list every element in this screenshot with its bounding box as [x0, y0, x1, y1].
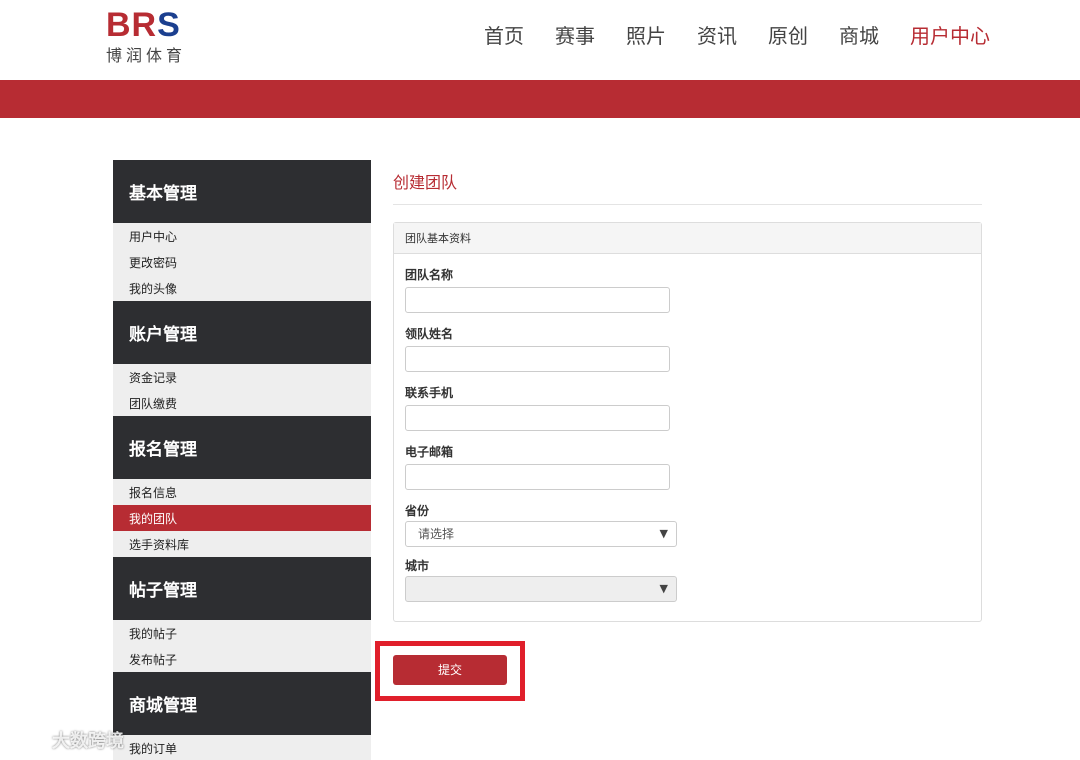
nav-news[interactable]: 资讯 [697, 22, 737, 50]
main-nav: 首页 赛事 照片 资讯 原创 商城 用户中心 [453, 22, 990, 50]
sidebar-menu: 基本管理 用户中心 更改密码 我的头像 账户管理 资金记录 团队缴费 报名管理 … [113, 160, 371, 760]
sidebar-group-mall: 商城管理 [113, 672, 371, 735]
email-label: 电子邮箱 [405, 445, 454, 459]
team-name-input[interactable] [405, 287, 670, 313]
province-selected-value: 请选择 [418, 527, 455, 541]
nav-original[interactable]: 原创 [768, 22, 808, 50]
leader-name-label: 领队姓名 [405, 327, 454, 341]
sidebar-item-fund-records[interactable]: 资金记录 [113, 364, 371, 390]
team-form: 团队名称 领队姓名 联系手机 电子邮箱 省份 请选择 ▼ 城市 ▼ [394, 266, 981, 602]
sidebar-group-registration: 报名管理 [113, 416, 371, 479]
sidebar-item-my-orders[interactable]: 我的订单 [113, 735, 371, 760]
leader-name-input[interactable] [405, 346, 670, 372]
logo-subtitle: 博润体育 [106, 46, 187, 65]
sidebar-item-publish-post[interactable]: 发布帖子 [113, 646, 371, 672]
header-banner-band [0, 80, 1080, 118]
site-header: BRS 博润体育 首页 赛事 照片 资讯 原创 商城 用户中心 [0, 0, 1080, 80]
sidebar-item-change-password[interactable]: 更改密码 [113, 249, 371, 275]
sidebar-item-player-database[interactable]: 选手资料库 [113, 531, 371, 557]
province-select[interactable]: 请选择 ▼ [405, 521, 677, 547]
watermark-logo-icon [8, 728, 48, 753]
sidebar-item-my-avatar[interactable]: 我的头像 [113, 275, 371, 301]
sidebar-group-basic: 基本管理 [113, 160, 371, 223]
sidebar-group-account: 账户管理 [113, 301, 371, 364]
phone-input[interactable] [405, 405, 670, 431]
sidebar-item-team-payment[interactable]: 团队缴费 [113, 390, 371, 416]
main-content: 创建团队 团队基本资料 团队名称 领队姓名 联系手机 电子邮箱 省份 请选择 ▼… [393, 160, 982, 622]
nav-user-center[interactable]: 用户中心 [910, 22, 990, 50]
city-label: 城市 [405, 559, 430, 573]
city-select[interactable]: ▼ [405, 576, 677, 602]
nav-events[interactable]: 赛事 [555, 22, 595, 50]
page-title: 创建团队 [393, 160, 982, 205]
dropdown-arrow-icon: ▼ [659, 527, 668, 540]
sidebar-item-registration-info[interactable]: 报名信息 [113, 479, 371, 505]
nav-mall[interactable]: 商城 [839, 22, 879, 50]
phone-label: 联系手机 [405, 386, 454, 400]
nav-photos[interactable]: 照片 [626, 22, 666, 50]
team-name-label: 团队名称 [405, 268, 454, 282]
sidebar-item-my-posts[interactable]: 我的帖子 [113, 620, 371, 646]
dropdown-arrow-icon: ▼ [659, 582, 668, 595]
sidebar-item-user-center[interactable]: 用户中心 [113, 223, 371, 249]
submit-button[interactable]: 提交 [393, 655, 507, 685]
watermark-text: 大数跨境 [52, 731, 124, 752]
sidebar-group-posts: 帖子管理 [113, 557, 371, 620]
sidebar-item-my-team[interactable]: 我的团队 [113, 505, 371, 531]
watermark: 大数跨境 [8, 727, 124, 753]
logo-mark: BRS [106, 6, 181, 44]
panel-title: 团队基本资料 [394, 223, 981, 254]
nav-home[interactable]: 首页 [484, 22, 524, 50]
email-input[interactable] [405, 464, 670, 490]
team-info-panel: 团队基本资料 团队名称 领队姓名 联系手机 电子邮箱 省份 请选择 ▼ 城市 ▼ [393, 222, 982, 622]
province-label: 省份 [405, 504, 430, 518]
site-logo[interactable]: BRS 博润体育 [106, 6, 206, 66]
